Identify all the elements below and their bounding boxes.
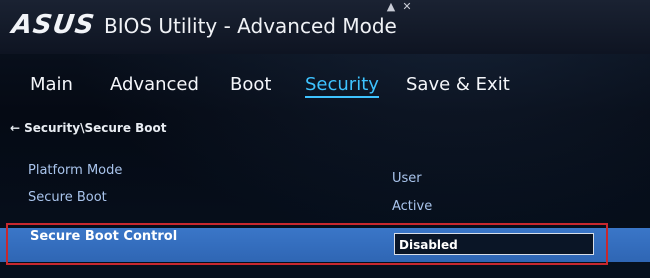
tab-save-exit[interactable]: Save & Exit xyxy=(406,74,510,95)
close-icon[interactable]: ✕ xyxy=(398,0,416,14)
platform-mode-value: User xyxy=(392,171,422,186)
secure-boot-value: Active xyxy=(392,199,433,214)
header-bar: ASUS BIOS Utility - Advanced Mode ▲ ✕ xyxy=(0,0,650,54)
tab-boot[interactable]: Boot xyxy=(230,74,271,95)
tab-security[interactable]: Security xyxy=(305,74,379,98)
secure-boot-label: Secure Boot xyxy=(28,190,107,205)
breadcrumb[interactable]: ← Security\Secure Boot xyxy=(10,121,167,135)
page-title: BIOS Utility - Advanced Mode xyxy=(104,14,397,38)
tab-advanced[interactable]: Advanced xyxy=(110,74,199,95)
asus-logo: ASUS xyxy=(9,10,97,40)
tab-bar: Main Advanced Boot Security Save & Exit xyxy=(0,66,650,106)
platform-mode-label: Platform Mode xyxy=(28,163,123,178)
secure-boot-control-select[interactable]: Disabled xyxy=(394,233,594,255)
bios-screen: ASUS BIOS Utility - Advanced Mode ▲ ✕ Ma… xyxy=(0,0,650,278)
tab-main[interactable]: Main xyxy=(30,74,73,95)
back-arrow-icon[interactable]: ← xyxy=(10,121,20,135)
breadcrumb-label: Security\Secure Boot xyxy=(24,121,167,135)
secure-boot-control-label: Secure Boot Control xyxy=(30,229,178,244)
